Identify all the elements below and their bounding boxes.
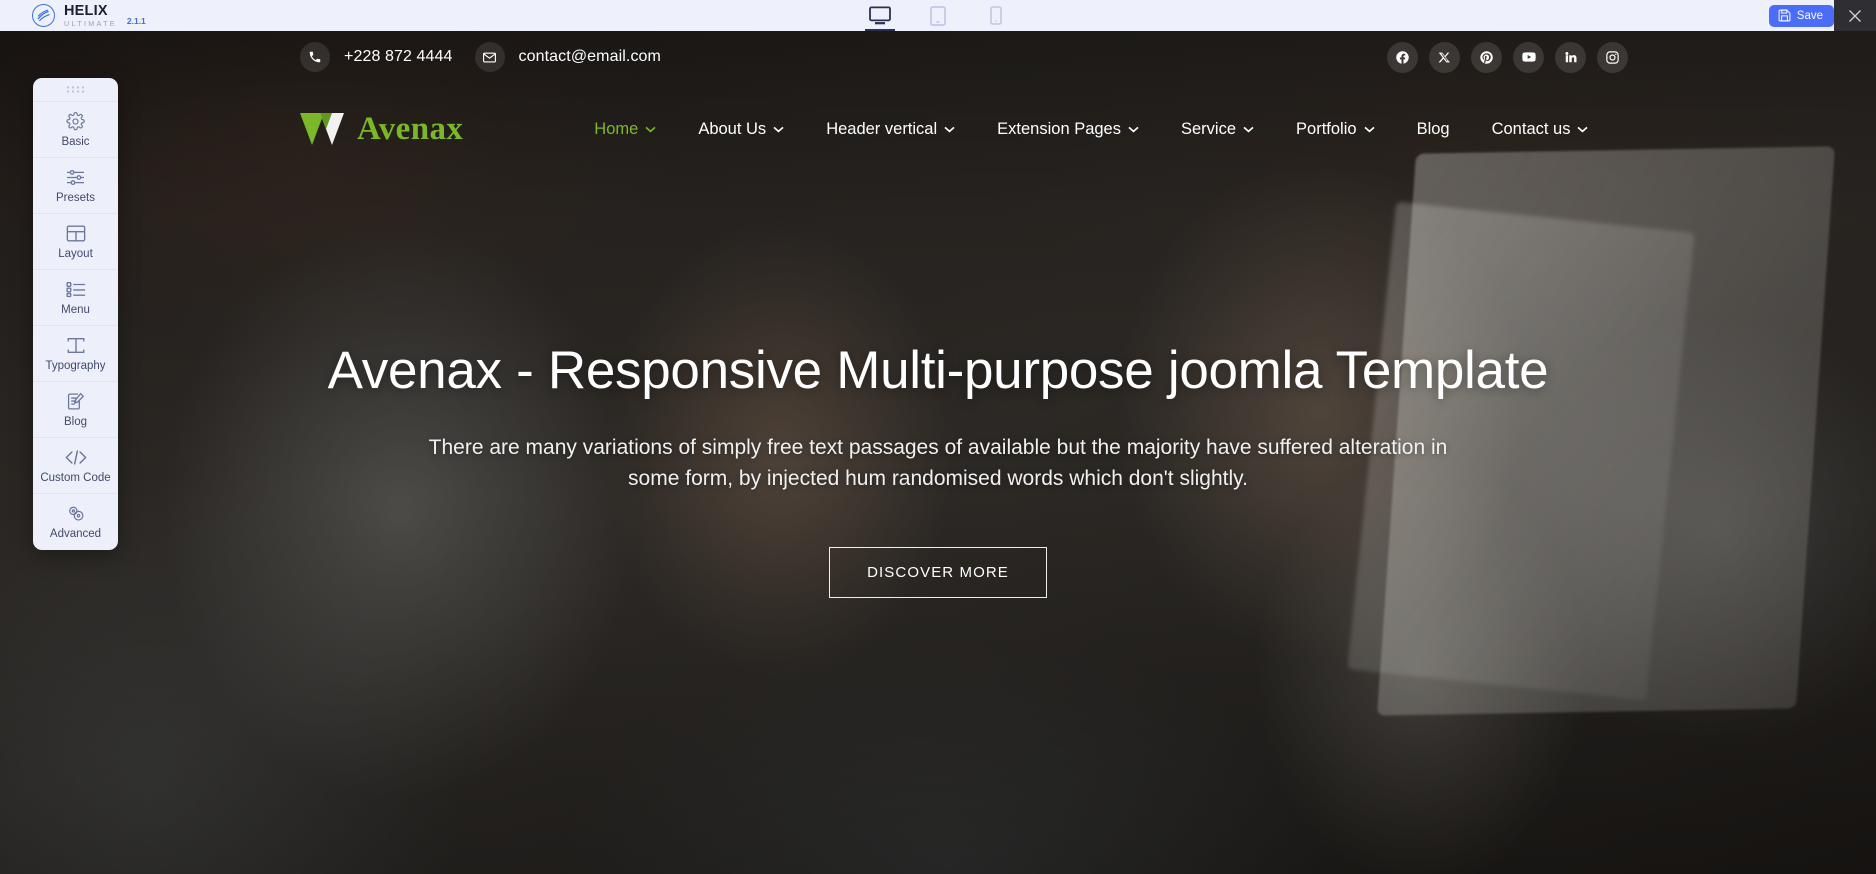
nav-item-header-vertical[interactable]: Header vertical: [805, 110, 976, 149]
nav-label: Contact us: [1491, 119, 1571, 138]
phone-contact[interactable]: +228 872 4444: [300, 42, 453, 72]
advanced-gears-icon: [66, 504, 85, 523]
desktop-icon[interactable]: [863, 0, 897, 31]
panel-item-blog[interactable]: Blog: [33, 382, 118, 438]
nav-item-blog[interactable]: Blog: [1396, 110, 1471, 149]
blog-pencil-icon: [66, 392, 85, 411]
discover-more-button[interactable]: DISCOVER MORE: [829, 546, 1047, 598]
menu-list-icon: [65, 280, 86, 299]
email-contact[interactable]: contact@email.com: [474, 42, 661, 72]
nav-label: About Us: [698, 119, 767, 138]
panel-item-label: Basic: [61, 135, 90, 148]
gear-icon: [66, 111, 85, 131]
panel-item-basic[interactable]: Basic: [33, 102, 118, 158]
nav-label: Portfolio: [1296, 119, 1357, 138]
panel-item-label: Layout: [58, 247, 93, 260]
tablet-icon[interactable]: [921, 0, 955, 31]
chevron-down-icon: [1577, 126, 1589, 133]
email-address: contact@email.com: [518, 48, 661, 65]
chevron-down-icon: [1128, 126, 1139, 133]
nav-label: Extension Pages: [997, 119, 1121, 138]
save-button[interactable]: Save: [1768, 4, 1834, 27]
nav-label: Service: [1181, 119, 1237, 138]
facebook-icon[interactable]: [1387, 41, 1418, 73]
pinterest-icon[interactable]: [1471, 41, 1502, 73]
template-settings-panel: Basic Presets Layout Menu Typography Blo…: [33, 78, 118, 550]
linkedin-icon[interactable]: [1555, 41, 1586, 73]
panel-item-advanced[interactable]: Advanced: [33, 494, 118, 550]
x-twitter-icon[interactable]: [1429, 41, 1460, 73]
close-icon[interactable]: [1834, 0, 1876, 31]
site-navigation: Avenax Home About Us Header vertical Ext…: [0, 93, 1876, 165]
chevron-down-icon: [1243, 126, 1254, 133]
avenax-triangle-logo: [300, 112, 347, 146]
nav-label: Header vertical: [826, 119, 938, 138]
helix-circle-icon: [32, 3, 55, 27]
panel-item-label: Blog: [63, 415, 88, 428]
instagram-icon[interactable]: [1597, 41, 1628, 73]
nav-item-contact-us[interactable]: Contact us: [1471, 110, 1610, 149]
helix-brand: HELIX ULTIMATE 2.1.1: [0, 4, 146, 27]
mobile-icon[interactable]: [979, 0, 1013, 31]
youtube-icon[interactable]: [1513, 41, 1544, 73]
site-logo[interactable]: Avenax: [300, 111, 463, 148]
panel-item-label: Custom Code: [40, 471, 111, 484]
panel-item-label: Typography: [45, 359, 106, 372]
helix-subtitle: ULTIMATE: [64, 18, 117, 28]
chevron-down-icon: [1363, 126, 1375, 133]
panel-item-custom-code[interactable]: Custom Code: [33, 438, 118, 494]
nav-label: Home: [594, 119, 639, 138]
panel-item-label: Advanced: [49, 528, 102, 540]
chevron-down-icon: [773, 126, 784, 133]
code-brackets-icon: [65, 448, 87, 467]
panel-item-layout[interactable]: Layout: [33, 214, 118, 270]
envelope-icon: [474, 42, 505, 72]
helix-brand-text: HELIX ULTIMATE: [64, 4, 117, 27]
nav-label: Blog: [1416, 119, 1450, 138]
panel-item-menu[interactable]: Menu: [33, 270, 118, 326]
site-topbar: +228 872 4444 contact@email.com: [0, 31, 1876, 83]
toolbar-right-group: Save: [1768, 0, 1876, 31]
hero-subtitle: There are many variations of simply free…: [428, 436, 1448, 491]
builder-toolbar: HELIX ULTIMATE 2.1.1 Save: [0, 0, 1876, 31]
social-links: [1387, 41, 1628, 73]
chevron-down-icon: [944, 126, 955, 133]
hero-title: Avenax - Responsive Multi-purpose joomla…: [327, 341, 1549, 400]
nav-item-portfolio[interactable]: Portfolio: [1275, 110, 1396, 149]
site-preview-frame: +228 872 4444 contact@email.com Avenax H…: [0, 31, 1876, 874]
panel-item-presets[interactable]: Presets: [33, 158, 118, 214]
chevron-down-icon: [645, 126, 656, 133]
panel-item-label: Menu: [61, 303, 90, 316]
phone-number: +228 872 4444: [344, 48, 453, 65]
phone-icon: [300, 42, 330, 72]
contact-group: +228 872 4444 contact@email.com: [300, 42, 661, 72]
drag-dots-icon: [66, 86, 84, 93]
site-logo-text: Avenax: [357, 110, 464, 147]
save-label: Save: [1796, 9, 1823, 22]
helix-version: 2.1.1: [126, 16, 146, 27]
panel-drag-handle[interactable]: [33, 78, 118, 102]
nav-item-extension-pages[interactable]: Extension Pages: [976, 110, 1160, 149]
helix-name: HELIX: [64, 2, 108, 19]
main-menu: Home About Us Header vertical Extension …: [573, 110, 1609, 149]
nav-item-home[interactable]: Home: [573, 110, 677, 149]
hero-section: Avenax - Responsive Multi-purpose joomla…: [0, 341, 1876, 598]
layout-grid-icon: [66, 224, 86, 243]
panel-item-label: Presets: [56, 191, 95, 204]
typography-t-icon: [66, 336, 86, 355]
device-preview-switcher: [863, 0, 1013, 31]
nav-item-about-us[interactable]: About Us: [677, 110, 805, 149]
sliders-icon: [65, 168, 86, 187]
nav-item-service[interactable]: Service: [1160, 110, 1275, 149]
panel-item-typography[interactable]: Typography: [33, 326, 118, 382]
floppy-disk-icon: [1778, 9, 1791, 22]
